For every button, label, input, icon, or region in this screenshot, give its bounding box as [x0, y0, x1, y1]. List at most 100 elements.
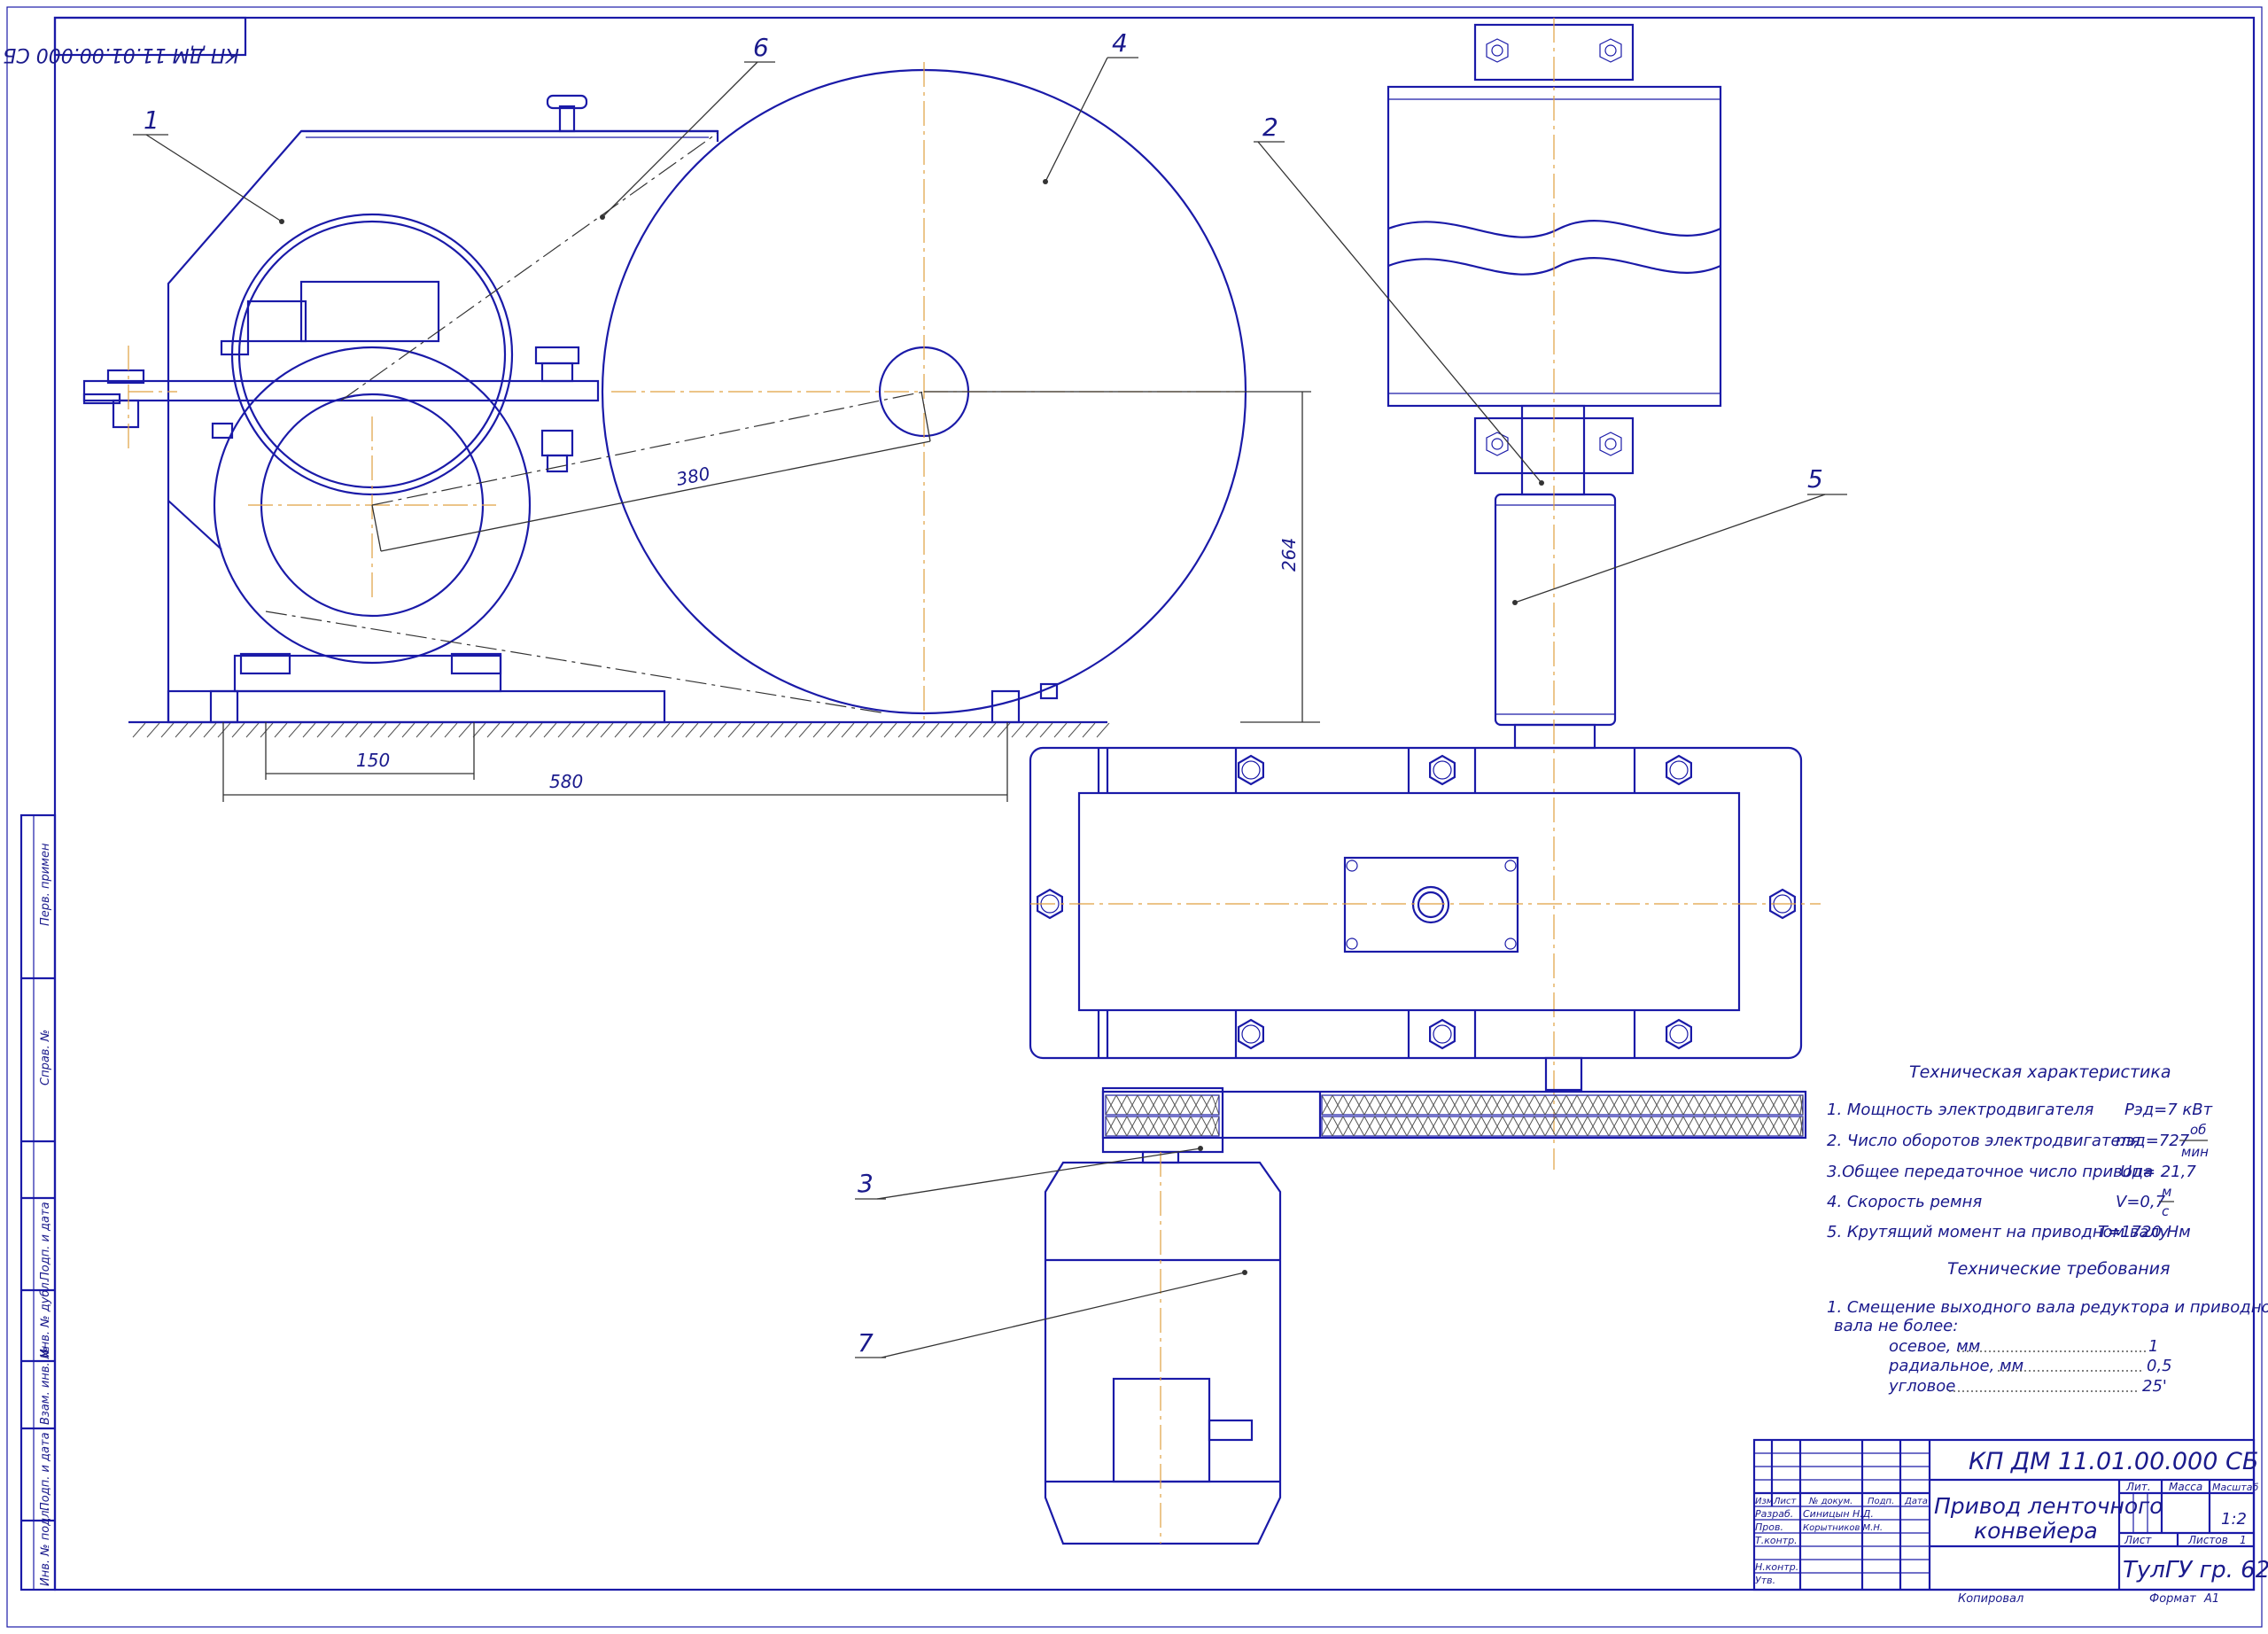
developer-name: Синицын Н.Д.	[1803, 1508, 1874, 1520]
organization: ТулГУ гр. 622431	[2123, 1557, 2268, 1583]
tech-req-item-1-value: 1	[2148, 1337, 2158, 1356]
hatch-stroke	[586, 722, 600, 738]
tech-req-item-3-value: 25'	[2142, 1377, 2167, 1396]
hatch-stroke	[175, 722, 189, 738]
tech-char-row-4-unit-num: м	[2162, 1184, 2171, 1200]
position-label-3: 3	[858, 1169, 874, 1198]
bolt-head	[1665, 754, 1693, 786]
hatch-stroke	[330, 722, 345, 738]
tech-char-row-2-label: 2. Число оборотов электродвигателя	[1827, 1132, 2140, 1150]
hatch-stroke	[260, 722, 274, 738]
lit-label: Лит.	[2125, 1481, 2151, 1493]
title-name-2: конвейера	[1974, 1518, 2098, 1544]
hatch-stroke	[444, 722, 458, 738]
assembly-drawing: КП ДМ 11.01.00.000 СБ Перв. примен Справ…	[3, 6, 2268, 1628]
hatch-stroke	[1053, 722, 1068, 738]
mass-label: Масса	[2169, 1481, 2202, 1493]
hatch-stroke	[571, 722, 586, 738]
col-header-0: Изм	[1755, 1497, 1774, 1506]
ground-hatching	[132, 722, 1110, 738]
col-header-2: № докум.	[1808, 1497, 1852, 1506]
hatch-stroke	[557, 722, 571, 738]
tech-char-row-2-unit-den: мин	[2181, 1144, 2209, 1160]
hatch-stroke	[685, 722, 699, 738]
hatch-stroke	[968, 722, 983, 738]
hatch-stroke	[614, 722, 628, 738]
hatch-stroke	[515, 722, 529, 738]
col-header-4: Дата	[1904, 1497, 1928, 1506]
side-cell-5: Подп. и дата	[39, 1432, 52, 1511]
hatch-stroke	[472, 722, 486, 738]
position-label-4: 4	[1112, 28, 1128, 58]
belt-cross-hatch	[1105, 1094, 1804, 1137]
hatch-stroke	[983, 722, 997, 738]
hatch-stroke	[869, 722, 883, 738]
col-header-1: Лист	[1773, 1497, 1798, 1506]
hatch-stroke	[146, 722, 160, 738]
col-header-3: Подп.	[1868, 1497, 1894, 1506]
hatch-stroke	[798, 722, 812, 738]
hatch-stroke	[812, 722, 827, 738]
side-cell-2: Подп. и дата	[39, 1202, 52, 1280]
sheet-label: Лист	[2124, 1534, 2152, 1546]
hatch-stroke	[359, 722, 373, 738]
hatch-stroke	[827, 722, 841, 738]
bolt-head	[1665, 1018, 1693, 1050]
sheets-count: 1	[2240, 1534, 2247, 1546]
tech-char-row-4-unit-den: с	[2162, 1203, 2170, 1219]
sheets-label: Листов	[2187, 1534, 2228, 1546]
side-cell-4: Взам. инв. №	[39, 1347, 52, 1425]
side-cell-6: Инв. № подл.	[39, 1506, 52, 1586]
hatch-stroke	[387, 722, 401, 738]
side-cell-0: Перв. примен	[39, 843, 52, 926]
belt-strip	[1105, 1116, 1220, 1137]
tech-char-row-3-value: Uп= 21,7	[2120, 1163, 2196, 1181]
hatch-stroke	[288, 722, 302, 738]
hatch-stroke	[742, 722, 756, 738]
hatch-stroke	[600, 722, 614, 738]
role-4: Утв.	[1755, 1575, 1775, 1586]
bolt-head	[1428, 754, 1456, 786]
hatch-stroke	[416, 722, 430, 738]
hatch-stroke	[274, 722, 288, 738]
hatch-stroke	[430, 722, 444, 738]
tech-char-row-1-label: 1. Мощность электродвигателя	[1827, 1101, 2093, 1119]
hatch-stroke	[486, 722, 501, 738]
hatch-stroke	[316, 722, 330, 738]
hatch-stroke	[671, 722, 685, 738]
hatch-stroke	[1025, 722, 1039, 738]
hatch-stroke	[189, 722, 203, 738]
tech-req-item-1-label: осевое, мм	[1889, 1337, 1980, 1356]
rotated-stamp-code: КП ДМ 11.01.00.000 СБ	[3, 43, 239, 66]
tech-char-title: Техническая характеристика	[1909, 1062, 2171, 1082]
position-label-2: 2	[1262, 113, 1278, 142]
hatch-stroke	[160, 722, 175, 738]
hatch-stroke	[1011, 722, 1025, 738]
hatch-stroke	[501, 722, 515, 738]
hatch-stroke	[345, 722, 359, 738]
position-label-1: 1	[144, 105, 159, 135]
tech-char-row-4-value: V=0,7	[2116, 1193, 2166, 1211]
side-stamp-column: Перв. примен Справ. № Подп. и дата Инв. …	[19, 813, 57, 1591]
hatch-stroke	[770, 722, 784, 738]
tech-req-item-3-label: угловое	[1888, 1377, 1955, 1396]
tech-char-row-4-label: 4. Скорость ремня	[1827, 1193, 1982, 1211]
position-label-7: 7	[858, 1328, 874, 1358]
checker-name: Корытников М.Н.	[1803, 1523, 1883, 1533]
copied-label: Копировал	[1958, 1592, 2023, 1606]
position-leaders: 1 2 3 4 5 6 7	[133, 28, 1847, 1358]
tech-char-row-2-unit-num: об	[2190, 1122, 2206, 1138]
hatch-stroke	[656, 722, 671, 738]
title-block: КП ДМ 11.01.00.000 СБ Привод ленточного …	[1752, 1438, 2268, 1606]
hatch-stroke	[628, 722, 642, 738]
belt-strip	[1105, 1094, 1220, 1116]
hatch-stroke	[1039, 722, 1053, 738]
hatch-stroke	[1082, 722, 1096, 738]
title-code: КП ДМ 11.01.00.000 СБ	[1969, 1448, 2258, 1475]
hatch-stroke	[727, 722, 742, 738]
hatch-stroke	[855, 722, 869, 738]
tech-req-title: Технические требования	[1947, 1259, 2170, 1279]
dim-264: 264	[1278, 538, 1300, 572]
tech-char-row-2-value: nэд=727	[2116, 1132, 2190, 1150]
scale-label: Масштаб	[2212, 1482, 2258, 1493]
